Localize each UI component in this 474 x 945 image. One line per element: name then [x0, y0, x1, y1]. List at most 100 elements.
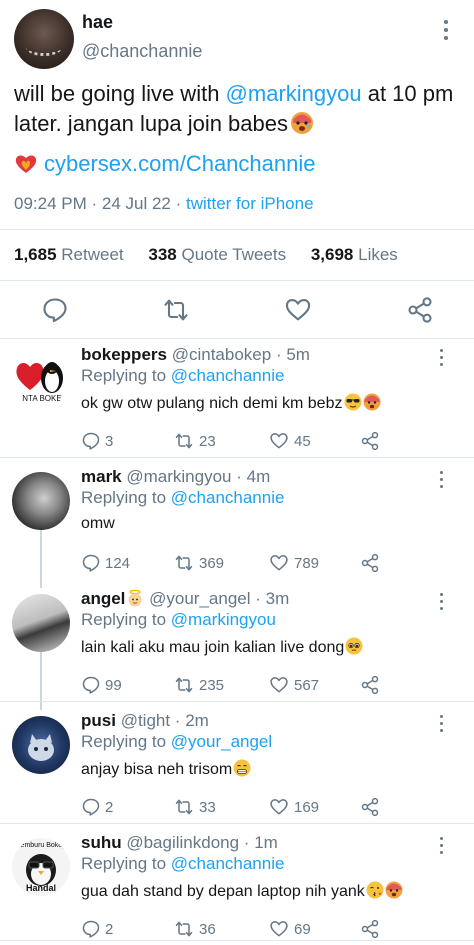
author-avatar[interactable]	[14, 9, 74, 69]
share-icon	[361, 431, 379, 451]
divider	[0, 940, 474, 941]
reply-icon	[82, 676, 100, 694]
hot-face-emoji-icon	[291, 112, 313, 134]
reply-time: 2m	[185, 711, 209, 730]
more-options-icon[interactable]	[436, 713, 448, 735]
retweet-icon	[175, 921, 193, 937]
more-options-icon[interactable]	[436, 591, 448, 613]
sunglasses-emoji-icon	[344, 393, 362, 411]
cat-avatar-icon	[28, 734, 54, 761]
more-options-icon[interactable]	[440, 16, 452, 46]
reply-count: 99	[105, 676, 122, 694]
replying-label: Replying to	[81, 488, 171, 507]
reply-avatar[interactable]	[12, 716, 70, 774]
author-name[interactable]: hae	[82, 12, 113, 33]
share-button[interactable]	[360, 796, 384, 818]
reply-count: 2	[105, 920, 114, 938]
reply-author-name[interactable]: angel	[81, 589, 125, 608]
reply-text-content: omw	[81, 515, 115, 532]
reply-header: bokeppers @cintabokep · 5m	[81, 345, 310, 364]
reply-count: 124	[105, 554, 131, 572]
replying-to-mention[interactable]: @your_angel	[171, 732, 272, 751]
reply-avatar[interactable]: NTA BOKE	[12, 350, 70, 408]
reply-author-handle[interactable]: @cintabokep	[172, 345, 272, 364]
reply-author-name[interactable]: mark	[81, 467, 122, 486]
retweet-count-button[interactable]: 36	[173, 918, 216, 940]
baby-angel-emoji-icon	[128, 589, 142, 607]
divider	[0, 823, 474, 824]
tweet-source-link[interactable]: twitter for iPhone	[186, 194, 314, 213]
tweet-text: will be going live with @markingyou at 1…	[14, 79, 464, 139]
author-handle[interactable]: @chanchannie	[82, 41, 202, 62]
like-count-button[interactable]: 45	[268, 430, 311, 452]
retweets-stat[interactable]: 1,685 Retweet	[14, 245, 134, 264]
retweet-icon	[175, 555, 193, 571]
reply-author-handle[interactable]: @bagilinkdong	[126, 833, 239, 852]
reply-author-handle[interactable]: @markingyou	[126, 467, 231, 486]
more-options-icon[interactable]	[436, 469, 448, 491]
like-count: 45	[294, 432, 311, 450]
reply-author-handle[interactable]: @your_angel	[149, 589, 250, 608]
reply-avatar[interactable]: Pemburu Bokep Handal	[12, 838, 70, 896]
share-icon[interactable]	[406, 296, 434, 324]
reply-text: anjay bisa neh trisom	[81, 759, 251, 779]
like-count-button[interactable]: 789	[268, 552, 319, 574]
replying-label: Replying to	[81, 610, 171, 629]
reply-avatar[interactable]	[12, 594, 70, 652]
replying-label: Replying to	[81, 854, 171, 873]
replying-to-mention[interactable]: @chanchannie	[171, 854, 285, 873]
like-icon	[270, 677, 288, 693]
replying-label: Replying to	[81, 732, 171, 751]
reply-author-name[interactable]: suhu	[81, 833, 122, 852]
like-icon[interactable]	[284, 296, 312, 324]
reply-author-name[interactable]: bokeppers	[81, 345, 167, 364]
like-count-button[interactable]: 567	[268, 674, 319, 696]
retweet-count-button[interactable]: 235	[173, 674, 224, 696]
more-options-icon[interactable]	[436, 347, 448, 369]
replying-to-mention[interactable]: @chanchannie	[171, 366, 285, 385]
retweet-count-button[interactable]: 369	[173, 552, 224, 574]
reply-time: 5m	[286, 345, 310, 364]
more-options-icon[interactable]	[436, 835, 448, 857]
kissing-face-emoji-icon	[366, 881, 384, 899]
share-icon	[361, 553, 379, 573]
grimacing-face-emoji-icon	[233, 759, 251, 777]
reply-count-button[interactable]: 124	[81, 552, 130, 574]
tweet-time: 09:24 PM	[14, 194, 87, 213]
share-button[interactable]	[360, 918, 384, 940]
replying-to: Replying to @chanchannie	[81, 854, 284, 874]
reply-text: lain kali aku mau join kalian live dong	[81, 637, 363, 657]
quotes-stat[interactable]: 338 Quote Tweets	[148, 245, 296, 264]
retweet-count: 36	[199, 920, 216, 938]
reply-count-button[interactable]: 2	[81, 796, 113, 818]
retweet-count-button[interactable]: 23	[173, 430, 216, 452]
reply-text-content: lain kali aku mau join kalian live dong	[81, 639, 345, 656]
reply-count-button[interactable]: 2	[81, 918, 113, 940]
tweet-link[interactable]: cybersex.com/Chanchannie	[44, 151, 315, 176]
retweet-icon[interactable]	[162, 296, 190, 324]
retweet-count: 33	[199, 798, 216, 816]
avatar-caption-top: Pemburu Bokep	[15, 842, 67, 849]
like-count-button[interactable]: 69	[268, 918, 311, 940]
reply-icon	[82, 432, 100, 450]
like-icon	[270, 433, 288, 449]
share-button[interactable]	[360, 430, 384, 452]
meta-separator: ·	[170, 194, 186, 213]
avatar-caption-bottom: Handal	[25, 883, 56, 893]
reply-avatar[interactable]	[12, 472, 70, 530]
share-button[interactable]	[360, 552, 384, 574]
mention-link[interactable]: @markingyou	[226, 81, 362, 106]
divider	[0, 338, 474, 339]
reply-count-button[interactable]: 3	[81, 430, 113, 452]
share-button[interactable]	[360, 674, 384, 696]
like-count-button[interactable]: 169	[268, 796, 319, 818]
likes-stat[interactable]: 3,698 Likes	[311, 245, 408, 264]
retweet-count-button[interactable]: 33	[173, 796, 216, 818]
reply-author-name[interactable]: pusi	[81, 711, 116, 730]
replying-to-mention[interactable]: @chanchannie	[171, 488, 285, 507]
reply-author-handle[interactable]: @tight	[121, 711, 170, 730]
replying-to-mention[interactable]: @markingyou	[171, 610, 276, 629]
reply-icon[interactable]	[41, 296, 69, 324]
replying-label: Replying to	[81, 366, 171, 385]
reply-count-button[interactable]: 99	[81, 674, 122, 696]
